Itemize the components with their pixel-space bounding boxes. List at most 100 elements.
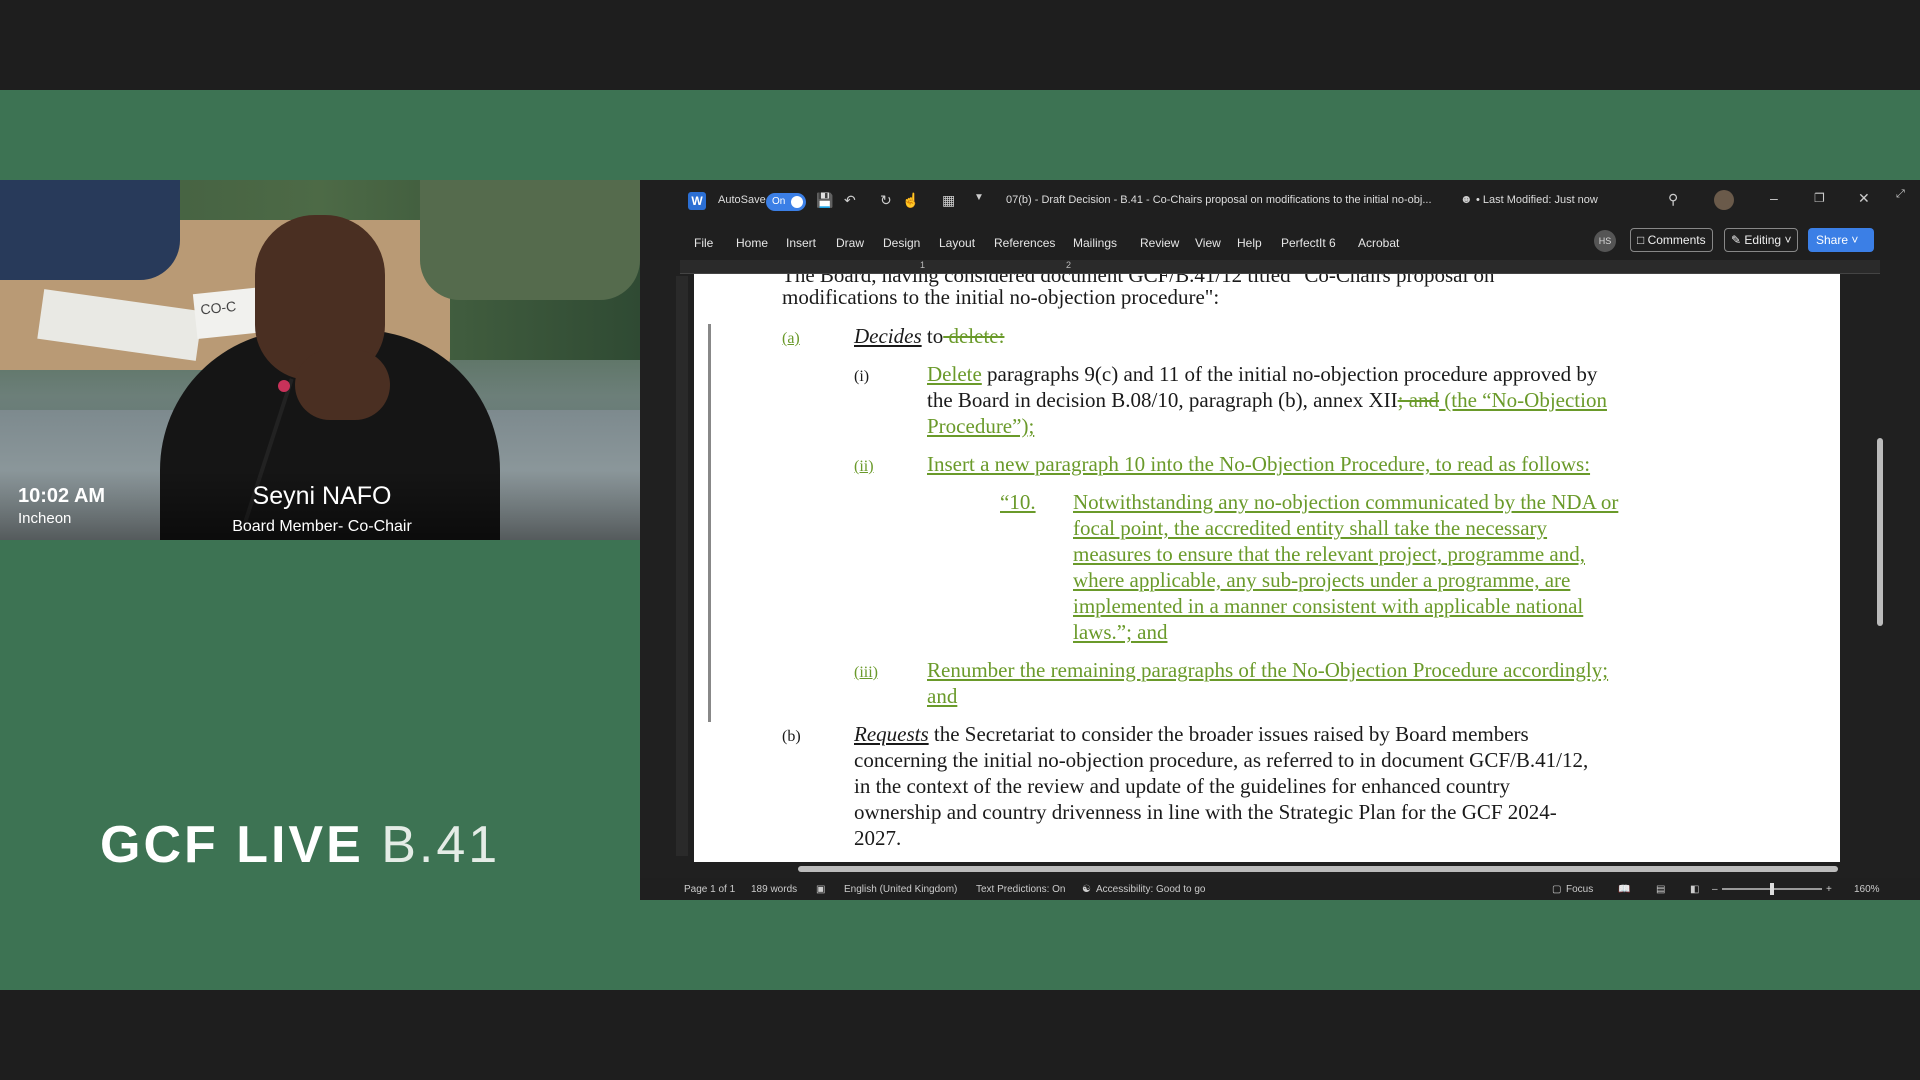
inserted-delete: Delete bbox=[927, 362, 982, 386]
para-b-text1: the Secretariat to consider the broader … bbox=[928, 722, 1529, 746]
redo-icon[interactable]: ↻ bbox=[880, 192, 892, 209]
letterbox-bottom bbox=[0, 990, 1920, 1080]
speaker-role: Board Member- Co-Chair bbox=[232, 518, 412, 535]
stage: CO-C 10:02 AM Incheon Seyni NAFO Board M… bbox=[0, 0, 1920, 1080]
tab-view[interactable]: View bbox=[1195, 236, 1221, 250]
accessibility-status[interactable]: Accessibility: Good to go bbox=[1096, 884, 1206, 895]
tab-insert[interactable]: Insert bbox=[786, 236, 816, 250]
proofing-icon[interactable]: ▣ bbox=[816, 884, 825, 895]
quote-number: “10. bbox=[1000, 490, 1036, 514]
customize-toolbar-icon[interactable]: ▼ bbox=[974, 192, 984, 203]
quote-line-5: implemented in a manner consistent with … bbox=[1073, 594, 1584, 618]
close-icon[interactable]: ✕ bbox=[1858, 190, 1870, 207]
vertical-scrollbar[interactable] bbox=[1872, 276, 1888, 856]
ruler-mark-1: 1 bbox=[920, 260, 926, 270]
zoom-in-icon[interactable]: + bbox=[1826, 884, 1832, 895]
para-i-label: (i) bbox=[854, 368, 870, 385]
status-bar: Page 1 of 1 189 words ▣ English (United … bbox=[640, 878, 1920, 900]
horizontal-ruler[interactable]: 1 2 bbox=[680, 260, 1880, 274]
fullscreen-icon[interactable]: ⤢ bbox=[1896, 188, 1905, 201]
quote-line-2: focal point, the accredited entity shall… bbox=[1073, 516, 1548, 540]
horizontal-scroll-thumb[interactable] bbox=[798, 866, 1838, 872]
ruler-mark-2: 2 bbox=[1066, 260, 1072, 270]
gcf-live-logo: GCF LIVE B.41 bbox=[100, 815, 500, 875]
tab-draw[interactable]: Draw bbox=[836, 236, 864, 250]
tab-layout[interactable]: Layout bbox=[939, 236, 975, 250]
word-count[interactable]: 189 words bbox=[751, 884, 797, 895]
accessibility-icon: ☯ bbox=[1082, 884, 1091, 895]
save-icon[interactable]: 💾 bbox=[816, 192, 833, 209]
profile-avatar[interactable] bbox=[1714, 190, 1734, 210]
clock-location: Incheon bbox=[18, 510, 72, 527]
zoom-slider-knob[interactable] bbox=[1770, 883, 1774, 895]
deleted-delete: delete: bbox=[943, 324, 1005, 348]
comments-label: Comments bbox=[1647, 233, 1706, 247]
para-i-label-wrap: (i) bbox=[854, 361, 869, 390]
autosave-state: On bbox=[772, 196, 786, 207]
para-b-line1: Requests the Secretariat to consider the… bbox=[854, 721, 1529, 747]
zoom-out-icon[interactable]: – bbox=[1712, 884, 1718, 895]
search-icon[interactable]: ⚲ bbox=[1668, 191, 1678, 208]
horizontal-scrollbar[interactable] bbox=[688, 862, 1888, 876]
tab-references[interactable]: References bbox=[994, 236, 1055, 250]
para-ii-label-wrap: (ii) bbox=[854, 451, 874, 480]
last-modified[interactable]: • Last Modified: Just now bbox=[1476, 194, 1598, 206]
para-i-line3: Procedure”); bbox=[927, 413, 1034, 439]
title-bar: W AutoSave On 💾 ↶ ↻ ☝ ▦ ▼ 07(b) - Draft … bbox=[640, 180, 1920, 224]
web-layout-icon[interactable]: ◧ bbox=[1690, 884, 1699, 895]
speaker-video: CO-C 10:02 AM Incheon Seyni NAFO Board M… bbox=[0, 180, 640, 540]
read-mode-icon[interactable]: 📖 bbox=[1618, 884, 1630, 895]
editing-mode-button[interactable]: ✎ Editing ˅ bbox=[1724, 228, 1799, 252]
para-i-text2: the Board in decision B.08/10, paragraph… bbox=[927, 388, 1398, 412]
restore-icon[interactable]: ❐ bbox=[1814, 191, 1825, 205]
share-button[interactable]: Share ˅ bbox=[1808, 228, 1874, 252]
quote-line-3: measures to ensure that the relevant pro… bbox=[1073, 542, 1585, 566]
para-a-label: (a) bbox=[782, 330, 800, 347]
tab-file[interactable]: File bbox=[694, 236, 713, 250]
zoom-level[interactable]: 160% bbox=[1854, 884, 1880, 895]
deleted-and: ; and bbox=[1397, 388, 1440, 412]
tab-mailings[interactable]: Mailings bbox=[1073, 236, 1117, 250]
document-title[interactable]: 07(b) - Draft Decision - B.41 - Co-Chair… bbox=[1006, 194, 1432, 206]
requests-word: Requests bbox=[854, 722, 929, 746]
focus-mode[interactable]: Focus bbox=[1566, 884, 1593, 895]
page-count[interactable]: Page 1 of 1 bbox=[684, 884, 735, 895]
print-layout-icon[interactable]: ▤ bbox=[1656, 884, 1665, 895]
video-seat bbox=[420, 180, 640, 300]
coauthor-avatar[interactable]: HS bbox=[1594, 230, 1616, 252]
inserted-procedure: Procedure”); bbox=[927, 414, 1035, 438]
tab-review[interactable]: Review bbox=[1140, 236, 1179, 250]
undo-icon[interactable]: ↶ bbox=[844, 192, 856, 209]
tab-acrobat[interactable]: Acrobat bbox=[1358, 236, 1399, 250]
brand-session: B.41 bbox=[381, 816, 501, 874]
quote-line-4: where applicable, any sub-projects under… bbox=[1073, 568, 1571, 592]
touch-mode-icon[interactable]: ☝ bbox=[902, 192, 919, 209]
minimize-icon[interactable]: – bbox=[1770, 190, 1778, 206]
para-ii-label: (ii) bbox=[854, 458, 874, 475]
clock-time: 10:02 AM bbox=[18, 485, 106, 507]
comments-button[interactable]: □ Comments bbox=[1630, 228, 1713, 252]
para-b-label-wrap: (b) bbox=[782, 721, 801, 750]
tab-help[interactable]: Help bbox=[1237, 236, 1262, 250]
document-page[interactable]: The Board, having considered document GC… bbox=[694, 274, 1840, 864]
tab-design[interactable]: Design bbox=[883, 236, 920, 250]
speaker-name: Seyni NAFO bbox=[252, 482, 392, 510]
preamble: modifications to the initial no-objectio… bbox=[782, 285, 1220, 309]
autosave-toggle[interactable]: On bbox=[766, 193, 806, 211]
language[interactable]: English (United Kingdom) bbox=[844, 884, 957, 895]
tab-perfectit[interactable]: PerfectIt 6 bbox=[1281, 236, 1336, 250]
inserted-no-objection: (the “No-Objection bbox=[1439, 388, 1607, 412]
para-i-text1: paragraphs 9(c) and 11 of the initial no… bbox=[981, 362, 1598, 386]
microphone-light bbox=[278, 380, 290, 392]
focus-icon: ▢ bbox=[1552, 884, 1562, 895]
vertical-scroll-thumb[interactable] bbox=[1877, 438, 1883, 626]
table-icon[interactable]: ▦ bbox=[942, 192, 955, 209]
text-predictions[interactable]: Text Predictions: On bbox=[976, 884, 1065, 895]
tab-home[interactable]: Home bbox=[736, 236, 768, 250]
share-status-icon: ☻ bbox=[1460, 192, 1473, 206]
para-iii-line1: Renumber the remaining paragraphs of the… bbox=[927, 658, 1609, 682]
speaker-hand bbox=[295, 350, 390, 420]
letterbox-top bbox=[0, 0, 1920, 90]
brand-bold: GCF LIVE bbox=[100, 816, 364, 874]
para-i-line2: the Board in decision B.08/10, paragraph… bbox=[927, 387, 1607, 413]
